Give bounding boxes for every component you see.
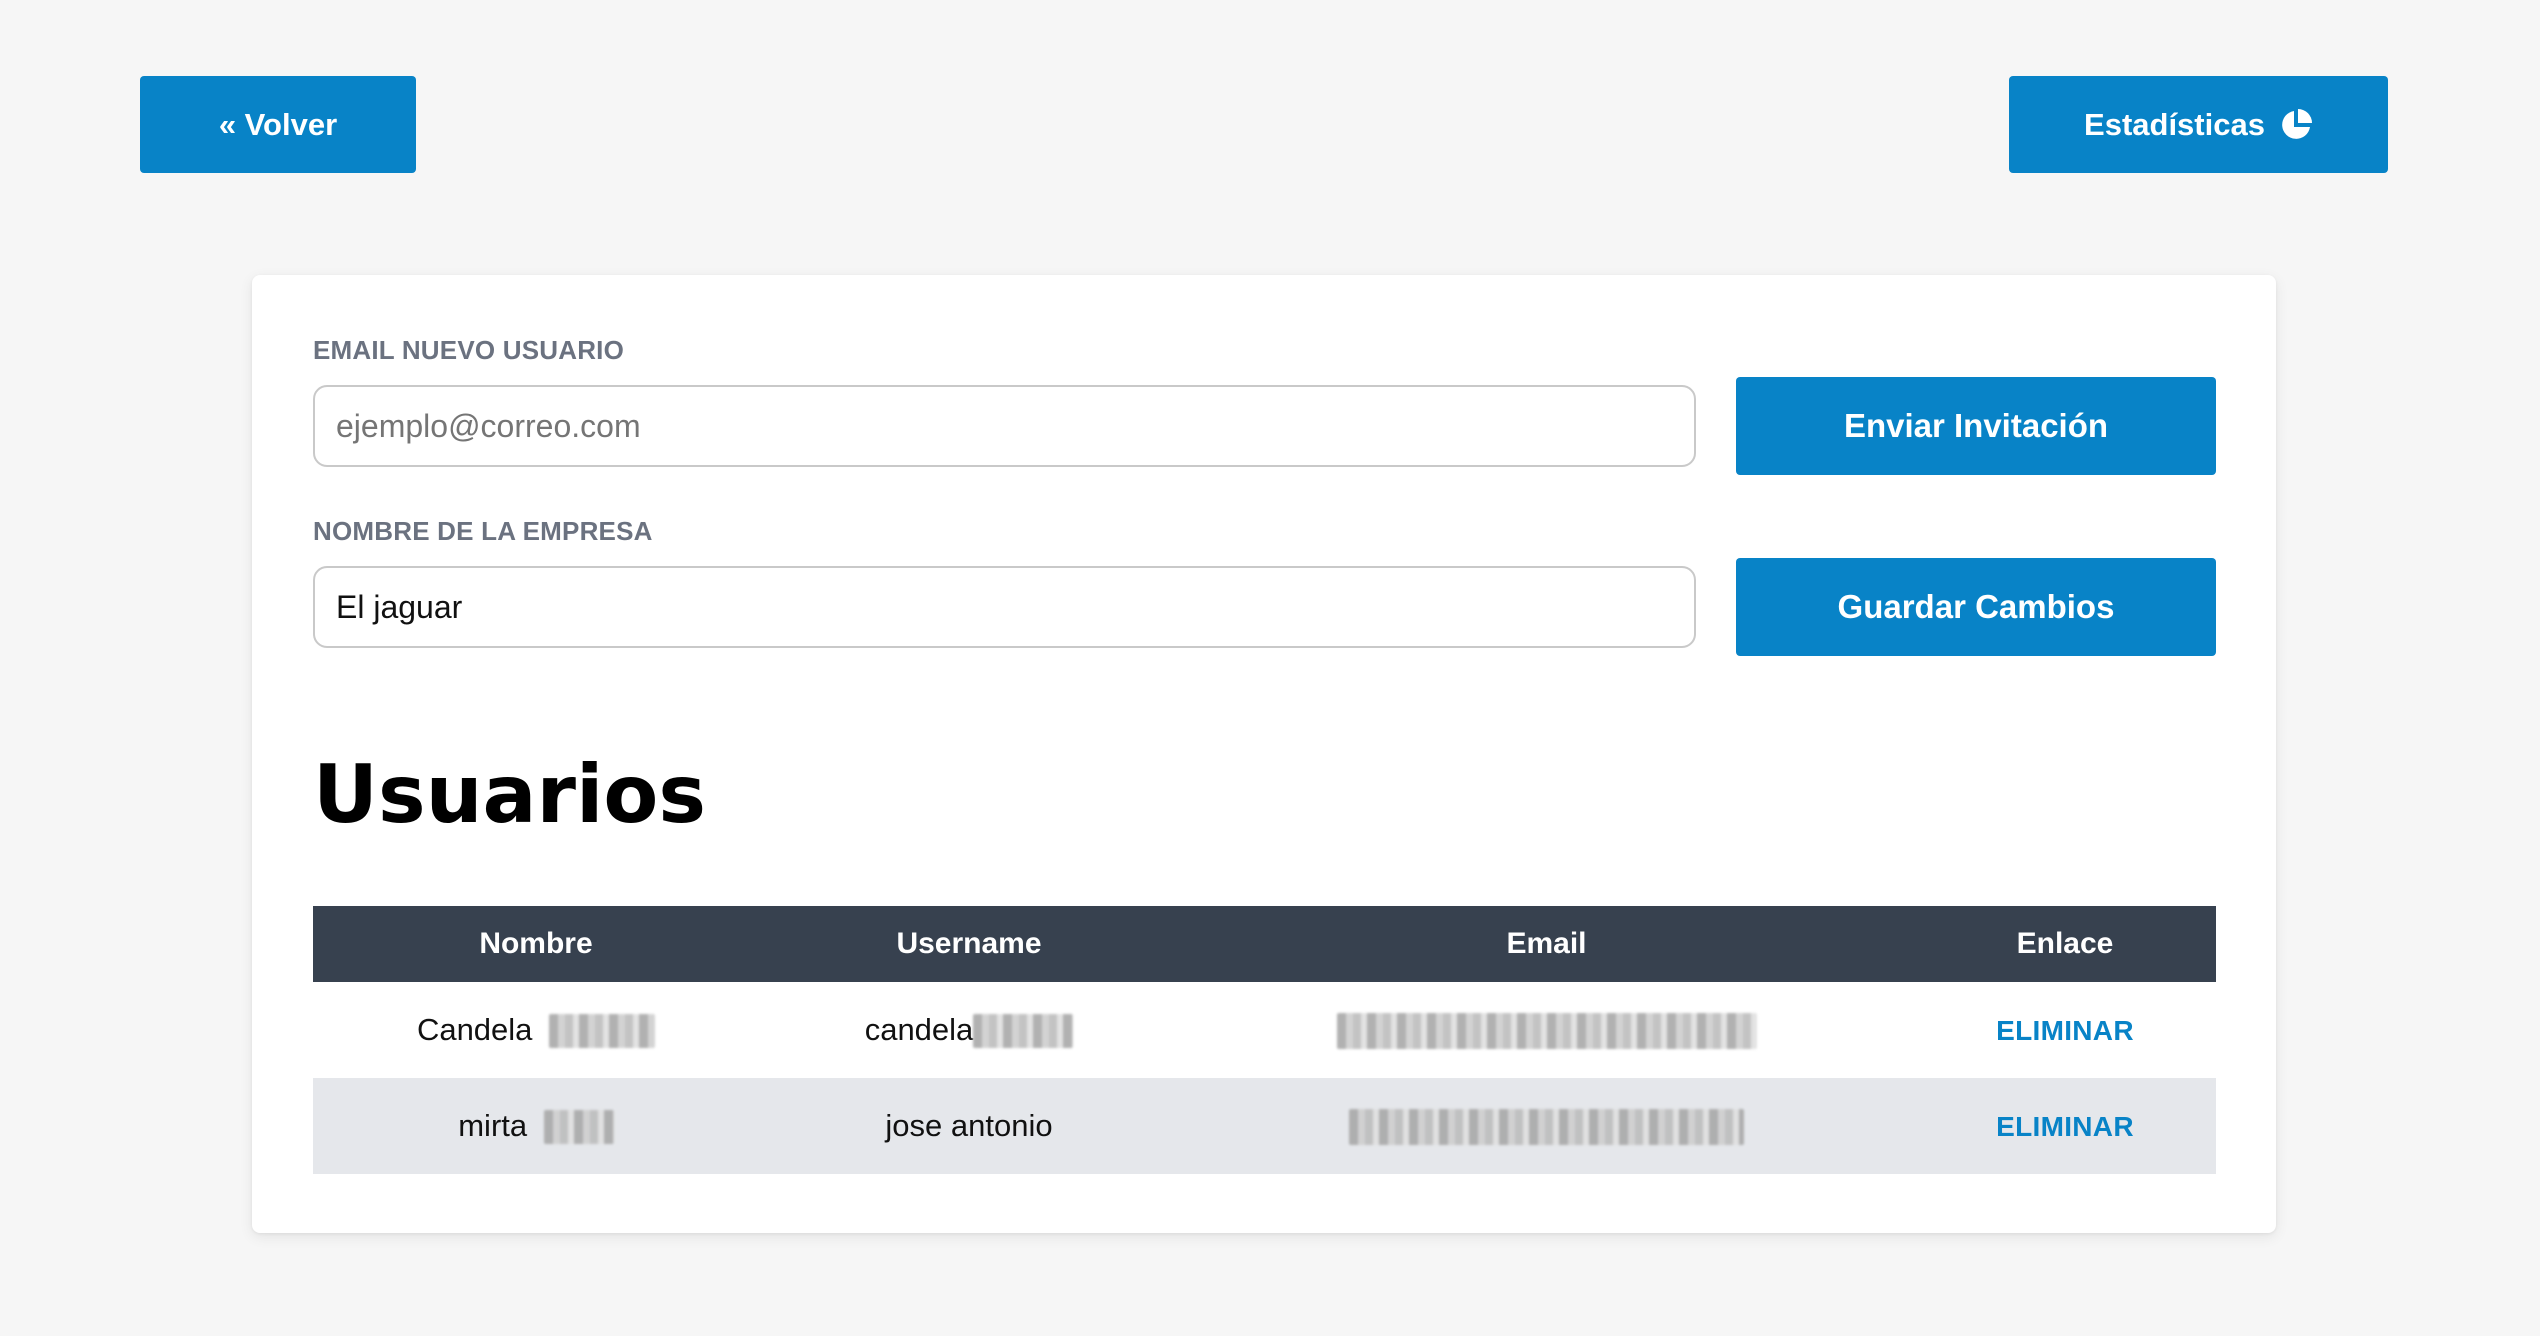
cell-enlace: ELIMINAR <box>1914 1078 2216 1174</box>
column-header-email: Email <box>1506 927 1587 960</box>
cell-username: candela <box>759 982 1179 1078</box>
statistics-button[interactable]: Estadísticas <box>2009 76 2388 173</box>
user-username: candela <box>864 1011 974 1047</box>
redacted-text <box>549 1014 656 1049</box>
send-invitation-button[interactable]: Enviar Invitación <box>1736 377 2216 475</box>
table-row: mirta jose antonio ELIMINAR <box>313 1078 2216 1174</box>
pie-chart-icon <box>2279 108 2313 142</box>
company-name-input[interactable] <box>313 566 1696 648</box>
save-changes-label: Guardar Cambios <box>1837 588 2115 625</box>
user-username: jose antonio <box>885 1108 1053 1143</box>
back-button[interactable]: « Volver <box>140 76 416 173</box>
column-header-enlace: Enlace <box>2016 927 2114 960</box>
email-input[interactable] <box>313 385 1696 467</box>
user-name: Candela <box>416 1011 533 1047</box>
cell-email <box>1179 982 1914 1078</box>
user-name: mirta <box>458 1107 528 1143</box>
table-row: Candela candela ELIMINAR <box>313 982 2216 1078</box>
redacted-email <box>1336 1012 1757 1049</box>
redacted-text <box>543 1110 614 1145</box>
delete-user-link[interactable]: ELIMINAR <box>1996 1111 2134 1142</box>
back-button-label: « Volver <box>218 106 338 142</box>
cell-nombre: Candela <box>313 982 759 1078</box>
cell-nombre: mirta <box>313 1078 759 1174</box>
company-label: NOMBRE DE LA EMPRESA <box>313 516 653 546</box>
send-invitation-label: Enviar Invitación <box>1843 407 2109 444</box>
users-title: Usuarios <box>313 748 706 841</box>
users-table: Nombre Username Email Enlace Candela can… <box>313 906 2216 1174</box>
cell-enlace: ELIMINAR <box>1914 982 2216 1078</box>
redacted-text <box>973 1014 1074 1049</box>
statistics-button-label: Estadísticas <box>2084 106 2265 142</box>
column-header-nombre: Nombre <box>479 927 593 960</box>
table-header-row: Nombre Username Email Enlace <box>313 906 2216 982</box>
redacted-email <box>1349 1108 1744 1145</box>
cell-email <box>1179 1078 1914 1174</box>
email-label: EMAIL NUEVO USUARIO <box>313 335 625 365</box>
cell-username: jose antonio <box>759 1078 1179 1174</box>
column-header-username: Username <box>896 927 1042 960</box>
users-card: EMAIL NUEVO USUARIO Enviar Invitación NO… <box>252 275 2276 1233</box>
delete-user-link[interactable]: ELIMINAR <box>1996 1015 2134 1046</box>
save-changes-button[interactable]: Guardar Cambios <box>1736 558 2216 656</box>
